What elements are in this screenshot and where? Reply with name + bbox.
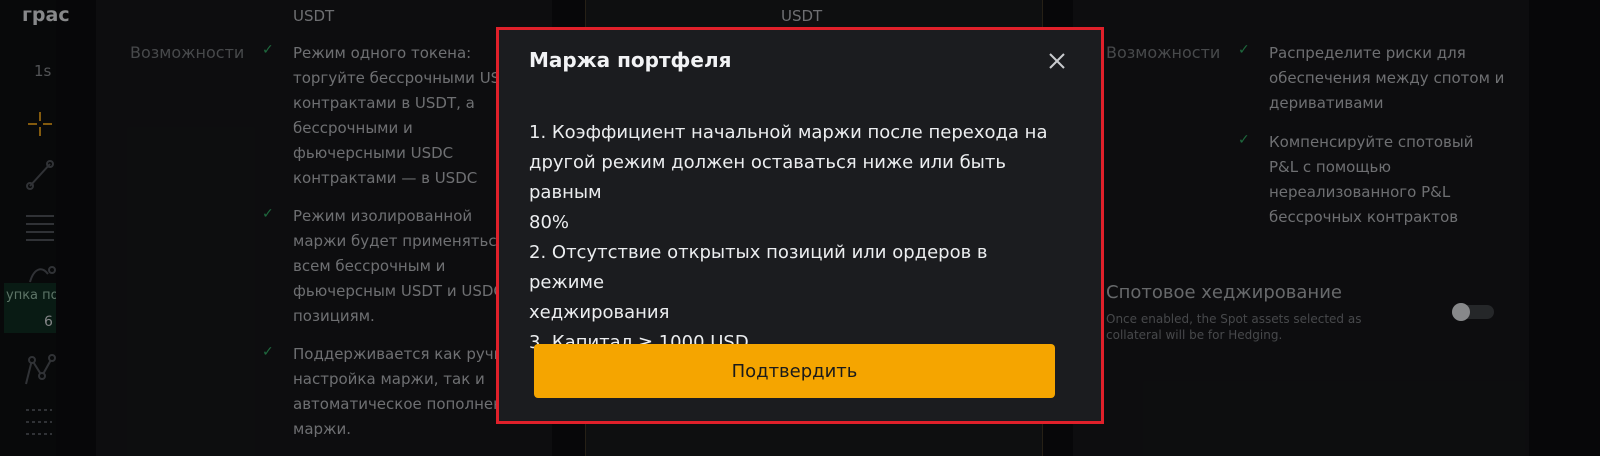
confirm-button[interactable]: Подтвердить xyxy=(534,344,1055,398)
close-icon[interactable] xyxy=(1044,48,1070,74)
modal-requirements-text: 1. Коэффициент начальной маржи после пер… xyxy=(529,122,1048,353)
modal-title: Маржа портфеля xyxy=(529,48,732,72)
